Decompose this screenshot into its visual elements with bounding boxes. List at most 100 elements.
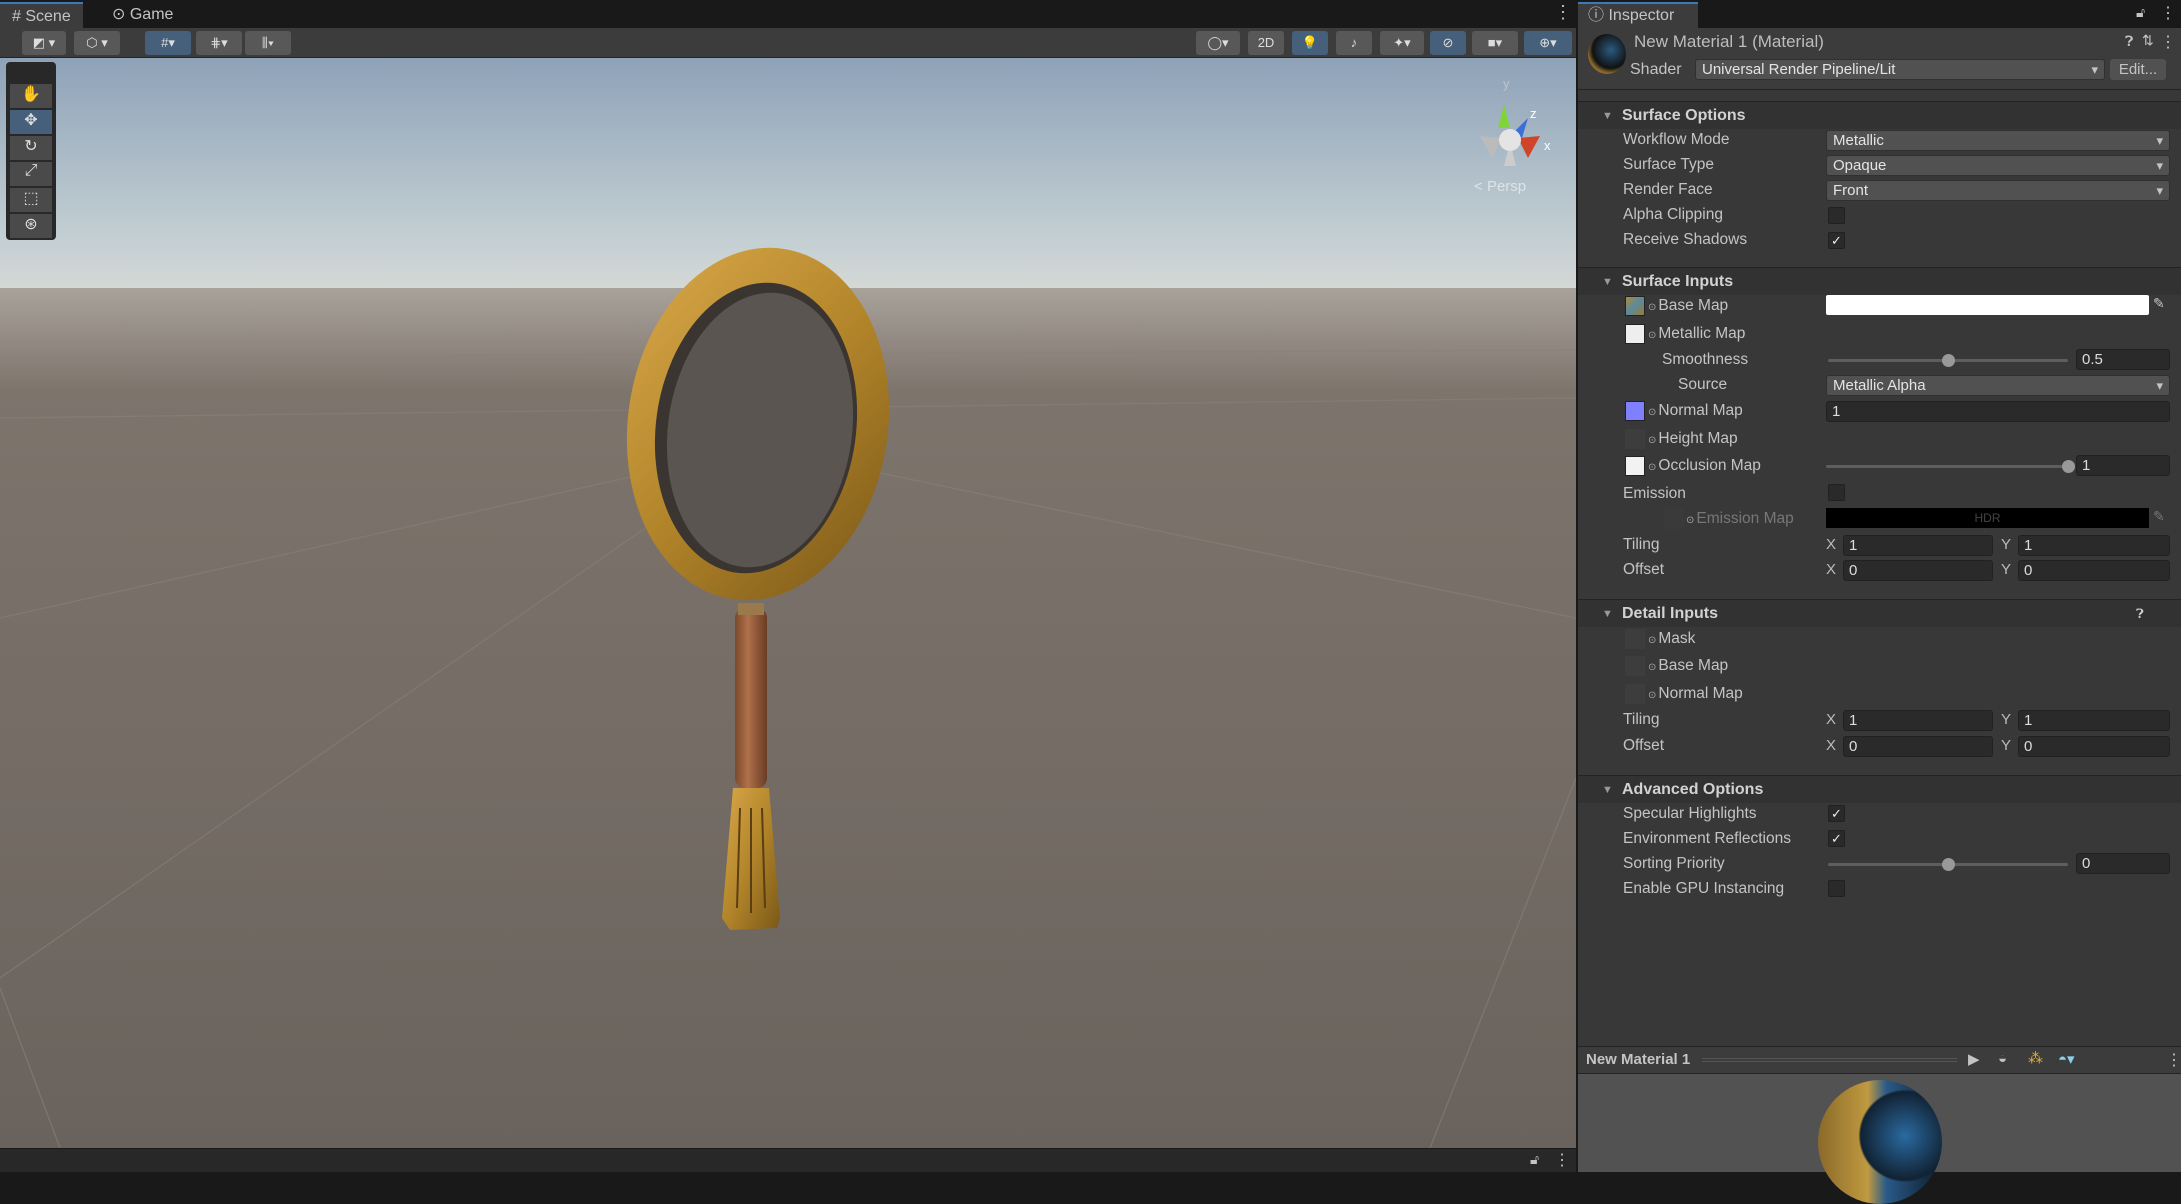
tiling-x-input[interactable]: 1	[1843, 535, 1993, 556]
gizmo-z-label: z	[1530, 106, 1537, 121]
scene-viewport[interactable]: ✋ ✥ ↻ ⤢ ⬚ ⊛ y z x < Persp	[0, 58, 1576, 1148]
render-face-dropdown[interactable]: Front	[1826, 180, 2170, 201]
grid-snap-button[interactable]: #▾	[145, 31, 191, 55]
emission-checkbox[interactable]	[1828, 484, 1845, 501]
lighting-toggle-icon[interactable]: 💡	[1292, 31, 1328, 55]
metallic-map-texture-slot[interactable]	[1625, 324, 1645, 344]
sorting-priority-slider-handle[interactable]	[1942, 858, 1955, 871]
emission-color-field[interactable]: HDR	[1826, 508, 2149, 528]
surface-type-label: Surface Type	[1623, 156, 1715, 173]
orientation-gizmo[interactable]: y z x	[1470, 76, 1560, 176]
environment-reflections-checkbox[interactable]: ✓	[1828, 830, 1845, 847]
preview-resize-handle[interactable]	[1702, 1058, 1957, 1062]
surface-type-dropdown[interactable]: Opaque	[1826, 155, 2170, 176]
surface-inputs-header[interactable]: ▼ Surface Inputs	[1578, 267, 2181, 295]
gpu-instancing-checkbox[interactable]	[1828, 880, 1845, 897]
preview-background-icon[interactable]: ◓▾	[2058, 1050, 2075, 1068]
workflow-mode-dropdown[interactable]: Metallic	[1826, 130, 2170, 151]
surface-options-header[interactable]: ▼ Surface Options	[1578, 101, 2181, 129]
play-preview-icon[interactable]: ▶	[1968, 1050, 1980, 1068]
offset-y-input[interactable]: 0	[2018, 560, 2170, 581]
more-menu-icon[interactable]: ⋮	[1554, 2, 1572, 23]
gizmos-toggle-icon[interactable]: ⊕▾	[1524, 31, 1572, 55]
height-map-texture-slot[interactable]	[1625, 429, 1645, 449]
component-menu-icon[interactable]: ⋮	[2160, 32, 2176, 52]
foldout-arrow-icon: ▼	[1602, 608, 1613, 620]
detail-normal-map-texture-slot[interactable]	[1625, 684, 1645, 704]
base-color-field[interactable]	[1826, 295, 2149, 315]
material-preview[interactable]	[1578, 1074, 2181, 1204]
occlusion-slider-handle[interactable]	[2062, 460, 2075, 473]
visibility-toggle-icon[interactable]: ⊘	[1430, 31, 1466, 55]
grid-settings-button[interactable]: ⫼▾	[245, 31, 291, 55]
preview-sphere	[1818, 1080, 1942, 1204]
lock-icon[interactable]: 🔓︎	[1530, 1151, 1539, 1168]
detail-normal-map-label: ⊙ Normal Map	[1648, 683, 1743, 707]
transform-tool-icon[interactable]: ⊛	[10, 214, 52, 238]
detail-base-map-texture-slot[interactable]	[1625, 656, 1645, 676]
preview-menu-icon[interactable]: ⋮	[2166, 1050, 2181, 1070]
projection-toggle[interactable]: < Persp	[1474, 178, 1526, 195]
section-title: Advanced Options	[1622, 781, 1764, 798]
mask-texture-slot[interactable]	[1625, 629, 1645, 649]
material-title: New Material 1 (Material)	[1634, 32, 1824, 51]
detail-offset-y-input[interactable]: 0	[2018, 736, 2170, 757]
rotate-tool-icon[interactable]: ↻	[10, 136, 52, 160]
shading-sphere-button[interactable]: ◯▾	[1196, 31, 1240, 55]
lights-icon[interactable]: ⁂	[2028, 1049, 2043, 1067]
detail-offset-label: Offset	[1623, 737, 1665, 754]
base-map-texture-slot[interactable]	[1625, 296, 1645, 316]
toggle-2d-button[interactable]: 2D	[1248, 31, 1284, 55]
inspector-lock-icon[interactable]: 🔓︎	[2136, 4, 2145, 21]
height-map-label: ⊙ Height Map	[1648, 428, 1738, 452]
help-icon[interactable]: ❓︎	[2136, 600, 2144, 628]
tab-scene[interactable]: # Scene	[0, 2, 83, 28]
shading-mode-button[interactable]: ⬡ ▾	[74, 31, 120, 55]
edit-shader-button[interactable]: Edit...	[2110, 59, 2166, 80]
normal-map-texture-slot[interactable]	[1625, 401, 1645, 421]
smoothness-input[interactable]: 0.5	[2076, 349, 2170, 370]
eyedropper-icon[interactable]: ✎	[2153, 295, 2165, 312]
shader-dropdown[interactable]: Universal Render Pipeline/Lit	[1695, 59, 2105, 80]
gamepad-icon: ⊙	[112, 6, 126, 23]
detail-inputs-header[interactable]: ▼ Detail Inputs ❓︎	[1578, 599, 2181, 627]
tiling-y-input[interactable]: 1	[2018, 535, 2170, 556]
detail-tiling-y-input[interactable]: 1	[2018, 710, 2170, 731]
inspector-menu-icon[interactable]: ⋮	[2160, 3, 2176, 23]
audio-toggle-icon[interactable]: ♪	[1336, 31, 1372, 55]
normal-scale-input[interactable]: 1	[1826, 401, 2170, 422]
receive-shadows-checkbox[interactable]: ✓	[1828, 232, 1845, 249]
sorting-priority-input[interactable]: 0	[2076, 853, 2170, 874]
normal-map-label: ⊙ Normal Map	[1648, 400, 1743, 424]
snap-increment-button[interactable]: ⋕▾	[196, 31, 242, 55]
tab-inspector[interactable]: ⓘ Inspector	[1578, 2, 1698, 28]
smoothness-slider-handle[interactable]	[1942, 354, 1955, 367]
emission-map-texture-slot[interactable]	[1664, 509, 1684, 529]
presets-icon[interactable]: ⇅	[2142, 32, 2154, 49]
sorting-priority-label: Sorting Priority	[1623, 855, 1725, 872]
offset-x-input[interactable]: 0	[1843, 560, 1993, 581]
tab-game[interactable]: ⊙ Game	[100, 2, 185, 28]
rect-tool-icon[interactable]: ⬚	[10, 188, 52, 212]
detail-tiling-x-input[interactable]: 1	[1843, 710, 1993, 731]
axis-y-label: Y	[2001, 536, 2012, 553]
draw-mode-button[interactable]: ◩ ▾	[22, 31, 66, 55]
occlusion-slider-track[interactable]	[1826, 465, 2068, 468]
occlusion-input[interactable]: 1	[2076, 455, 2170, 476]
specular-highlights-checkbox[interactable]: ✓	[1828, 805, 1845, 822]
alpha-clipping-checkbox[interactable]	[1828, 207, 1845, 224]
effects-toggle-icon[interactable]: ✦▾	[1380, 31, 1424, 55]
detail-offset-x-input[interactable]: 0	[1843, 736, 1993, 757]
foldout-arrow-icon: ▼	[1602, 784, 1613, 796]
scale-tool-icon[interactable]: ⤢	[10, 162, 52, 186]
help-icon[interactable]: ❓︎	[2125, 33, 2133, 50]
occlusion-map-texture-slot[interactable]	[1625, 456, 1645, 476]
camera-settings-icon[interactable]: ■▾	[1472, 31, 1518, 55]
source-dropdown[interactable]: Metallic Alpha	[1826, 375, 2170, 396]
emission-eyedropper-icon[interactable]: ✎	[2153, 508, 2165, 525]
advanced-options-header[interactable]: ▼ Advanced Options	[1578, 775, 2181, 803]
status-menu-icon[interactable]: ⋮	[1554, 1150, 1570, 1170]
mesh-sphere-icon[interactable]: ◒	[1998, 1050, 2007, 1067]
hand-tool-icon[interactable]: ✋	[10, 84, 52, 108]
move-tool-icon[interactable]: ✥	[10, 110, 52, 134]
